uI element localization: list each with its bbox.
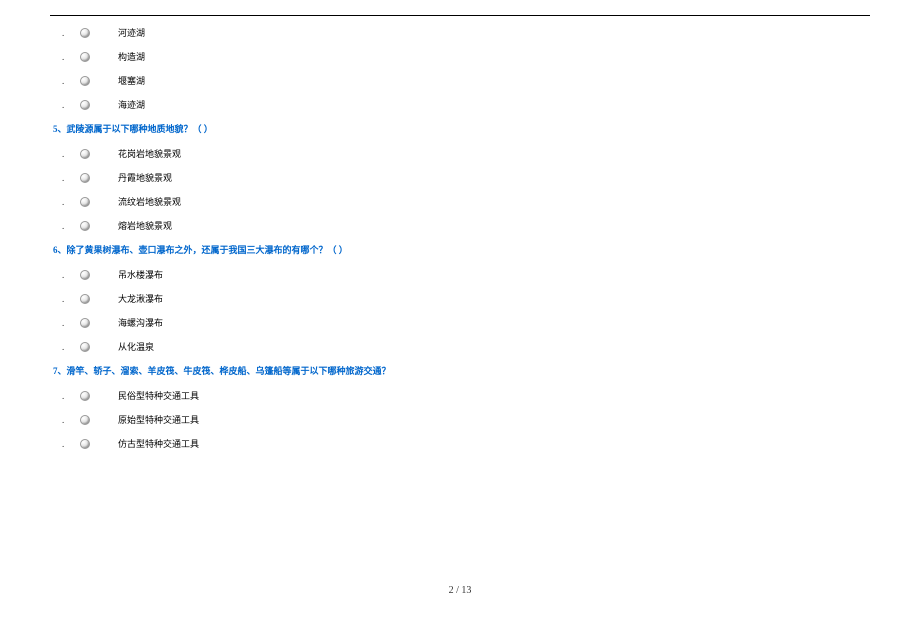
page-total: 13 — [461, 585, 471, 596]
option-row: . 流纹岩地貌景观 — [50, 195, 870, 208]
radio-wrap — [80, 28, 110, 38]
radio-icon[interactable] — [80, 221, 90, 231]
radio-icon[interactable] — [80, 391, 90, 401]
radio-wrap — [80, 294, 110, 304]
radio-wrap — [80, 76, 110, 86]
radio-icon[interactable] — [80, 439, 90, 449]
radio-wrap — [80, 318, 110, 328]
radio-wrap — [80, 415, 110, 425]
question-7-header: 7、滑竿、轿子、溜索、羊皮筏、牛皮筏、桦皮船、乌篷船等属于以下哪种旅游交通？ — [53, 364, 870, 377]
option-row: . 从化温泉 — [50, 340, 870, 353]
radio-wrap — [80, 149, 110, 159]
question-7-options: . 民俗型特种交通工具 . 原始型特种交通工具 . 仿古型特种交通工具 — [50, 389, 870, 450]
option-text: 海螺沟瀑布 — [110, 316, 163, 329]
radio-wrap — [80, 391, 110, 401]
radio-icon[interactable] — [80, 52, 90, 62]
page-footer: 2 / 13 — [0, 585, 920, 596]
radio-icon[interactable] — [80, 318, 90, 328]
bullet: . — [62, 52, 80, 62]
option-text: 从化温泉 — [110, 340, 154, 353]
radio-icon[interactable] — [80, 76, 90, 86]
option-text: 堰塞湖 — [110, 74, 145, 87]
option-row: . 海螺沟瀑布 — [50, 316, 870, 329]
radio-icon[interactable] — [80, 342, 90, 352]
option-text: 吊水楼瀑布 — [110, 268, 163, 281]
bullet: . — [62, 270, 80, 280]
option-row: . 大龙湫瀑布 — [50, 292, 870, 305]
radio-icon[interactable] — [80, 173, 90, 183]
bullet: . — [62, 415, 80, 425]
radio-wrap — [80, 270, 110, 280]
radio-wrap — [80, 342, 110, 352]
option-row: . 民俗型特种交通工具 — [50, 389, 870, 402]
radio-icon[interactable] — [80, 270, 90, 280]
bullet: . — [62, 439, 80, 449]
option-row: . 花岗岩地貌景观 — [50, 147, 870, 160]
option-row: . 海迹湖 — [50, 98, 870, 111]
question-continued-options: . 河迹湖 . 构造湖 . 堰塞湖 . 海迹湖 — [50, 26, 870, 111]
option-row: . 熔岩地貌景观 — [50, 219, 870, 232]
option-text: 河迹湖 — [110, 26, 145, 39]
radio-icon[interactable] — [80, 149, 90, 159]
option-row: . 构造湖 — [50, 50, 870, 63]
option-text: 流纹岩地貌景观 — [110, 195, 181, 208]
option-text: 大龙湫瀑布 — [110, 292, 163, 305]
option-text: 原始型特种交通工具 — [110, 413, 199, 426]
radio-wrap — [80, 52, 110, 62]
bullet: . — [62, 149, 80, 159]
option-text: 海迹湖 — [110, 98, 145, 111]
option-row: . 丹霞地貌景观 — [50, 171, 870, 184]
question-5-header: 5、武陵源属于以下哪种地质地貌？（ ） — [53, 122, 870, 135]
radio-wrap — [80, 100, 110, 110]
bullet: . — [62, 342, 80, 352]
bullet: . — [62, 318, 80, 328]
bullet: . — [62, 294, 80, 304]
option-text: 构造湖 — [110, 50, 145, 63]
radio-wrap — [80, 173, 110, 183]
question-6-header: 6、除了黄果树瀑布、壶口瀑布之外，还属于我国三大瀑布的有哪个？（ ） — [53, 243, 870, 256]
bullet: . — [62, 28, 80, 38]
option-text: 花岗岩地貌景观 — [110, 147, 181, 160]
bullet: . — [62, 173, 80, 183]
top-divider — [50, 15, 870, 16]
radio-icon[interactable] — [80, 197, 90, 207]
question-5-options: . 花岗岩地貌景观 . 丹霞地貌景观 . 流纹岩地貌景观 . 熔岩地貌景观 — [50, 147, 870, 232]
option-row: . 堰塞湖 — [50, 74, 870, 87]
option-text: 熔岩地貌景观 — [110, 219, 172, 232]
option-row: . 原始型特种交通工具 — [50, 413, 870, 426]
option-row: . 吊水楼瀑布 — [50, 268, 870, 281]
radio-icon[interactable] — [80, 415, 90, 425]
question-6-options: . 吊水楼瀑布 . 大龙湫瀑布 . 海螺沟瀑布 . 从化温泉 — [50, 268, 870, 353]
bullet: . — [62, 221, 80, 231]
radio-icon[interactable] — [80, 28, 90, 38]
option-row: . 仿古型特种交通工具 — [50, 437, 870, 450]
radio-wrap — [80, 197, 110, 207]
bullet: . — [62, 391, 80, 401]
bullet: . — [62, 197, 80, 207]
radio-wrap — [80, 221, 110, 231]
radio-wrap — [80, 439, 110, 449]
option-text: 民俗型特种交通工具 — [110, 389, 199, 402]
radio-icon[interactable] — [80, 294, 90, 304]
option-row: . 河迹湖 — [50, 26, 870, 39]
option-text: 仿古型特种交通工具 — [110, 437, 199, 450]
bullet: . — [62, 100, 80, 110]
radio-icon[interactable] — [80, 100, 90, 110]
option-text: 丹霞地貌景观 — [110, 171, 172, 184]
bullet: . — [62, 76, 80, 86]
